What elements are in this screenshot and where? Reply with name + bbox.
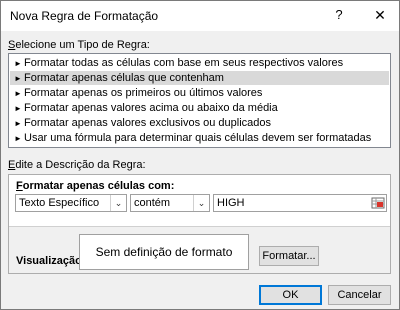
operator-value: contém [134, 197, 171, 209]
rule-type-list[interactable]: ► Formatar todas as células com base em s… [8, 53, 391, 148]
bullet-icon: ► [14, 134, 22, 143]
ok-button[interactable]: OK [259, 285, 322, 305]
new-formatting-rule-dialog: Nova Regra de Formatação ? ✕ Selecione u… [0, 0, 400, 310]
rule-type-item-formula[interactable]: ► Usar uma fórmula para determinar quais … [10, 131, 389, 145]
condition-type-select[interactable]: Texto Específico ⌄ [15, 194, 127, 212]
bullet-icon: ► [14, 104, 22, 113]
chevron-down-icon[interactable]: ⌄ [193, 195, 209, 211]
condition-area: Formatar apenas células com: Texto Espec… [9, 175, 390, 227]
rule-type-item-label: Formatar apenas valores exclusivos ou du… [24, 117, 272, 129]
close-button[interactable]: ✕ [372, 6, 388, 24]
rule-type-item-label: Formatar apenas valores acima ou abaixo … [24, 102, 278, 114]
chevron-down-icon[interactable]: ⌄ [110, 195, 126, 211]
preview-sample: Sem definição de formato [79, 234, 249, 270]
preview-label: Visualização: [16, 255, 86, 267]
rule-type-item-cells-containing[interactable]: ► Formatar apenas células que contenham [10, 71, 389, 85]
rule-type-item-label: Usar uma fórmula para determinar quais c… [24, 132, 372, 144]
rule-type-item-label: Formatar todas as células com base em se… [24, 57, 344, 69]
bullet-icon: ► [14, 74, 22, 83]
help-button[interactable]: ? [331, 6, 347, 24]
dialog-title: Nova Regra de Formatação [10, 9, 159, 23]
operator-select[interactable]: contém ⌄ [130, 194, 210, 212]
rule-description-panel: Formatar apenas células com: Texto Espec… [8, 174, 391, 274]
format-button[interactable]: Formatar... [259, 246, 319, 266]
title-bar: Nova Regra de Formatação ? ✕ [1, 1, 399, 31]
rule-type-item-label: Formatar apenas células que contenham [24, 72, 224, 84]
rule-type-item-top-bottom[interactable]: ► Formatar apenas os primeiros ou últimos… [10, 86, 389, 100]
value-input-text: HIGH [217, 197, 245, 209]
bullet-icon: ► [14, 59, 22, 68]
rule-type-item-above-below-average[interactable]: ► Formatar apenas valores acima ou abaixo… [10, 101, 389, 115]
rule-type-label: Selecione um Tipo de Regra: [8, 39, 150, 51]
rule-description-label: Edite a Descrição da Regra: [8, 159, 146, 171]
condition-heading: Formatar apenas células com: [16, 180, 175, 192]
bullet-icon: ► [14, 119, 22, 128]
value-input[interactable]: HIGH [213, 194, 387, 212]
rule-type-item-label: Formatar apenas os primeiros ou últimos … [24, 87, 263, 99]
bullet-icon: ► [14, 89, 22, 98]
rule-type-item-unique-duplicate[interactable]: ► Formatar apenas valores exclusivos ou d… [10, 116, 389, 130]
rule-type-item-all-cells[interactable]: ► Formatar todas as células com base em s… [10, 56, 389, 70]
range-select-icon[interactable] [371, 196, 385, 210]
condition-type-value: Texto Específico [19, 197, 100, 209]
cancel-button[interactable]: Cancelar [328, 285, 391, 305]
